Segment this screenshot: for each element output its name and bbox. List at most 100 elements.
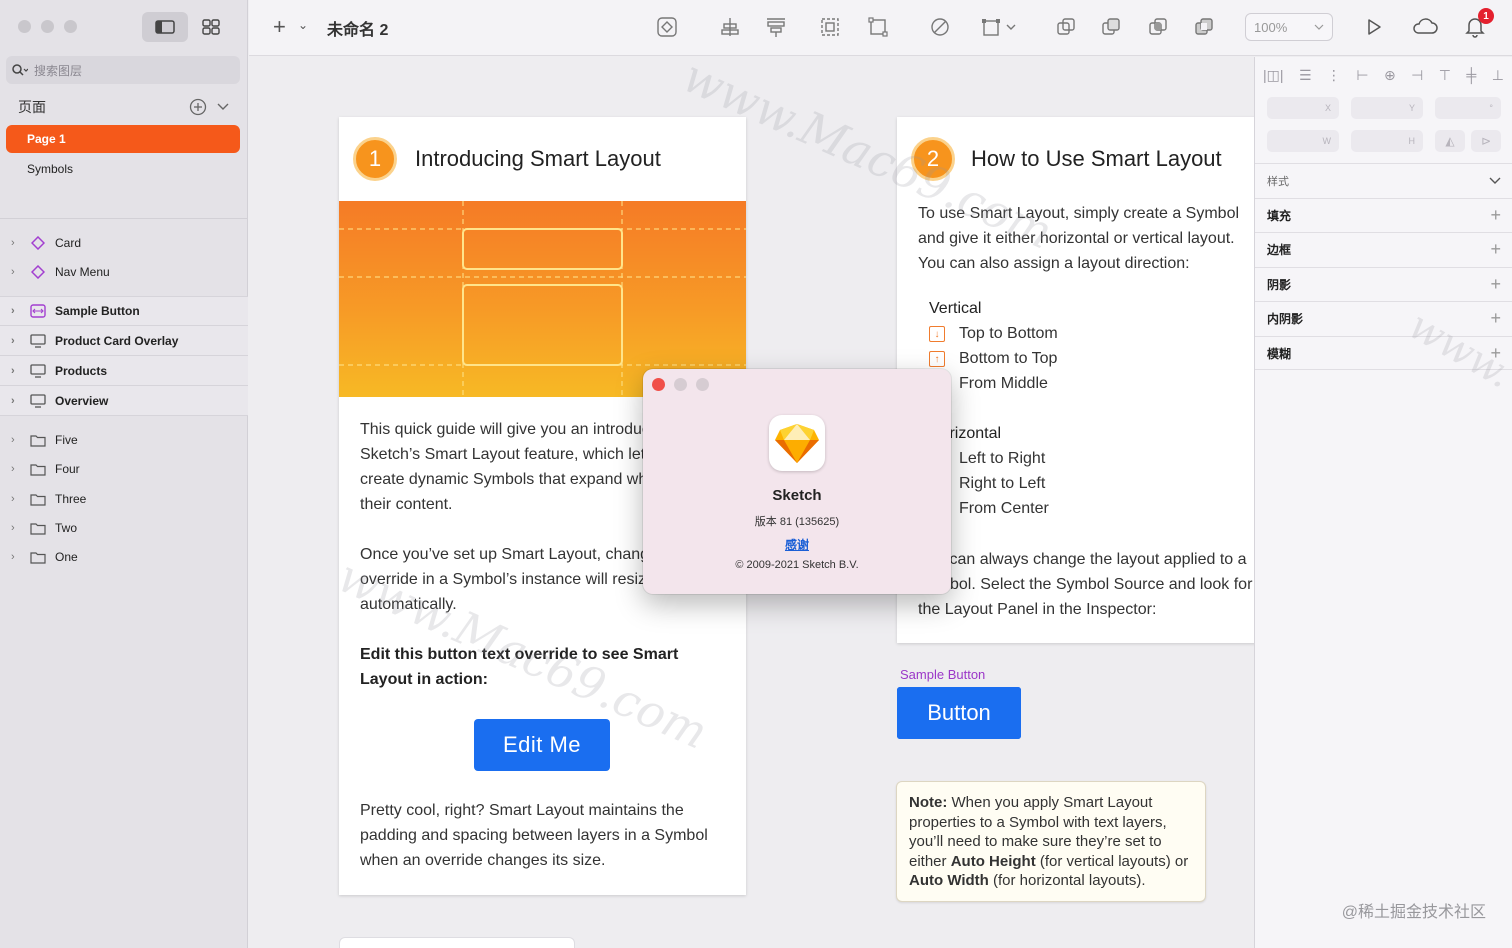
chevron-right-icon[interactable]: › — [11, 522, 21, 534]
align-right-icon[interactable]: ⊣ — [1411, 67, 1423, 84]
add-inner-shadow-icon[interactable]: + — [1490, 308, 1501, 329]
play-icon[interactable] — [1361, 14, 1387, 40]
chevron-down-icon[interactable]: ⌄ — [298, 18, 308, 32]
blur-section[interactable]: 模糊 + — [1255, 336, 1512, 370]
fills-section[interactable]: 填充 + — [1255, 198, 1512, 232]
layer-label: Card — [55, 236, 82, 250]
inspector-panel: |◫| ☰ ⋮ ⊢ ⊕ ⊣ ⊤ ╪ ⊥ X Y ° W H ◭ ⊳ 样式 填充 +… — [1254, 57, 1512, 948]
document-title[interactable]: 未命名 2 — [327, 16, 388, 40]
app-version: 版本 81 (135625) — [754, 516, 840, 528]
close-dialog-button[interactable] — [652, 378, 665, 391]
union-icon[interactable] — [1053, 14, 1079, 40]
zoom-window-button[interactable] — [64, 20, 77, 33]
chevron-right-icon[interactable]: › — [11, 365, 21, 377]
add-shadow-icon[interactable]: + — [1490, 274, 1501, 295]
layer-search-field[interactable]: 搜索图层 — [6, 56, 240, 84]
page-item-page-1[interactable]: Page 1 — [6, 125, 240, 153]
section-label: 边框 — [1267, 243, 1292, 257]
layer-product-card-overlay[interactable]: › Product Card Overlay — [0, 326, 248, 356]
boolean-menu-icon[interactable] — [979, 14, 1023, 40]
notifications-bell-icon[interactable]: 1 — [1462, 8, 1494, 40]
sidebar-icon — [155, 20, 175, 34]
about-sketch-dialog: Sketch 版本 81 (135625) 感谢 © 2009-2021 Ske… — [643, 369, 951, 594]
layer-label: Four — [55, 462, 80, 476]
page-item-symbols[interactable]: Symbols — [6, 155, 240, 183]
chevron-down-icon — [1314, 24, 1324, 30]
subtract-icon[interactable] — [1098, 14, 1124, 40]
minimize-window-button[interactable] — [41, 20, 54, 33]
minimize-dialog-button — [674, 378, 687, 391]
align-bottom-icon[interactable]: ⊥ — [1492, 67, 1504, 84]
styles-section[interactable]: 样式 — [1255, 163, 1512, 197]
more-icon[interactable]: ⋮ — [1327, 67, 1341, 84]
layer-nav-menu[interactable]: › Nav Menu — [0, 258, 248, 286]
layer-group-three[interactable]: › Three — [0, 485, 248, 513]
close-window-button[interactable] — [18, 20, 31, 33]
flip-horizontal-icon[interactable]: ◭ — [1435, 130, 1465, 152]
inner-shadows-section[interactable]: 内阴影 + — [1255, 301, 1512, 335]
search-placeholder: 搜索图层 — [34, 63, 83, 78]
edit-me-button[interactable]: Edit Me — [474, 719, 610, 771]
layer-group-five[interactable]: › Five — [0, 426, 248, 454]
chevron-right-icon[interactable]: › — [11, 395, 21, 407]
mask-icon[interactable] — [927, 14, 953, 40]
acknowledgements-link[interactable]: 感谢 — [643, 536, 951, 553]
add-page-icon[interactable] — [189, 98, 207, 116]
artboard-stub[interactable] — [339, 937, 575, 948]
sample-button-artboard-label[interactable]: Sample Button — [900, 667, 985, 682]
cloud-icon[interactable] — [1409, 14, 1441, 40]
shadows-section[interactable]: 阴影 + — [1255, 267, 1512, 301]
intersect-icon[interactable] — [1145, 14, 1171, 40]
chevron-right-icon[interactable]: › — [11, 237, 21, 249]
chevron-right-icon[interactable]: › — [11, 493, 21, 505]
align-top-icon[interactable]: ⊤ — [1439, 67, 1451, 84]
align-middle-icon[interactable]: ╪ — [1466, 67, 1476, 83]
rotation-field[interactable]: ° — [1435, 97, 1501, 119]
sample-button[interactable]: Button — [897, 687, 1021, 739]
align-top-icon[interactable] — [763, 14, 789, 40]
transform-icon[interactable] — [865, 14, 891, 40]
distribute-horizontal-icon[interactable]: |◫| — [1263, 67, 1284, 84]
add-blur-icon[interactable]: + — [1490, 343, 1501, 364]
align-left-icon[interactable]: ⊢ — [1356, 67, 1368, 84]
zoom-select[interactable]: 100% — [1245, 13, 1333, 41]
y-field[interactable]: Y — [1351, 97, 1423, 119]
layer-label: Three — [55, 492, 87, 506]
scale-icon[interactable] — [817, 14, 843, 40]
layer-group-two[interactable]: › Two — [0, 514, 248, 542]
chevron-right-icon[interactable]: › — [11, 463, 21, 475]
symbol-diamond-icon — [29, 264, 47, 280]
layer-card[interactable]: › Card — [0, 229, 248, 257]
add-border-icon[interactable]: + — [1490, 239, 1501, 260]
note-emphasis: Auto Width — [909, 872, 989, 889]
create-symbol-icon[interactable] — [654, 14, 680, 40]
chevron-right-icon[interactable]: › — [11, 434, 21, 446]
layer-overview[interactable]: › Overview — [0, 386, 248, 416]
distribute-vertical-icon[interactable]: ☰ — [1299, 67, 1312, 84]
howto-intro: To use Smart Layout, simply create a Sym… — [918, 205, 1240, 272]
artboard-icon — [29, 333, 47, 349]
align-bottom-icon[interactable] — [717, 14, 743, 40]
sidebar-toggle-button[interactable] — [142, 12, 188, 42]
width-field[interactable]: W — [1267, 130, 1339, 152]
height-field[interactable]: H — [1351, 130, 1423, 152]
layer-products[interactable]: › Products — [0, 356, 248, 386]
x-field[interactable]: X — [1267, 97, 1339, 119]
align-center-icon[interactable]: ⊕ — [1384, 67, 1396, 84]
add-fill-icon[interactable]: + — [1490, 205, 1501, 226]
chevron-right-icon[interactable]: › — [11, 305, 21, 317]
note-emphasis: Auto Height — [950, 852, 1036, 870]
chevron-right-icon[interactable]: › — [11, 266, 21, 278]
chevron-right-icon[interactable]: › — [11, 551, 21, 563]
difference-icon[interactable] — [1191, 14, 1217, 40]
chevron-right-icon[interactable]: › — [11, 335, 21, 347]
insert-button[interactable]: + — [273, 14, 286, 40]
layer-group-one[interactable]: › One — [0, 543, 248, 571]
chevron-down-icon[interactable] — [1489, 177, 1501, 185]
flip-vertical-icon[interactable]: ⊳ — [1471, 130, 1501, 152]
layer-group-four[interactable]: › Four — [0, 455, 248, 483]
layer-sample-button[interactable]: › Sample Button — [0, 296, 248, 326]
components-view-button[interactable] — [196, 12, 226, 42]
chevron-down-icon[interactable] — [217, 103, 229, 111]
borders-section[interactable]: 边框 + — [1255, 232, 1512, 266]
